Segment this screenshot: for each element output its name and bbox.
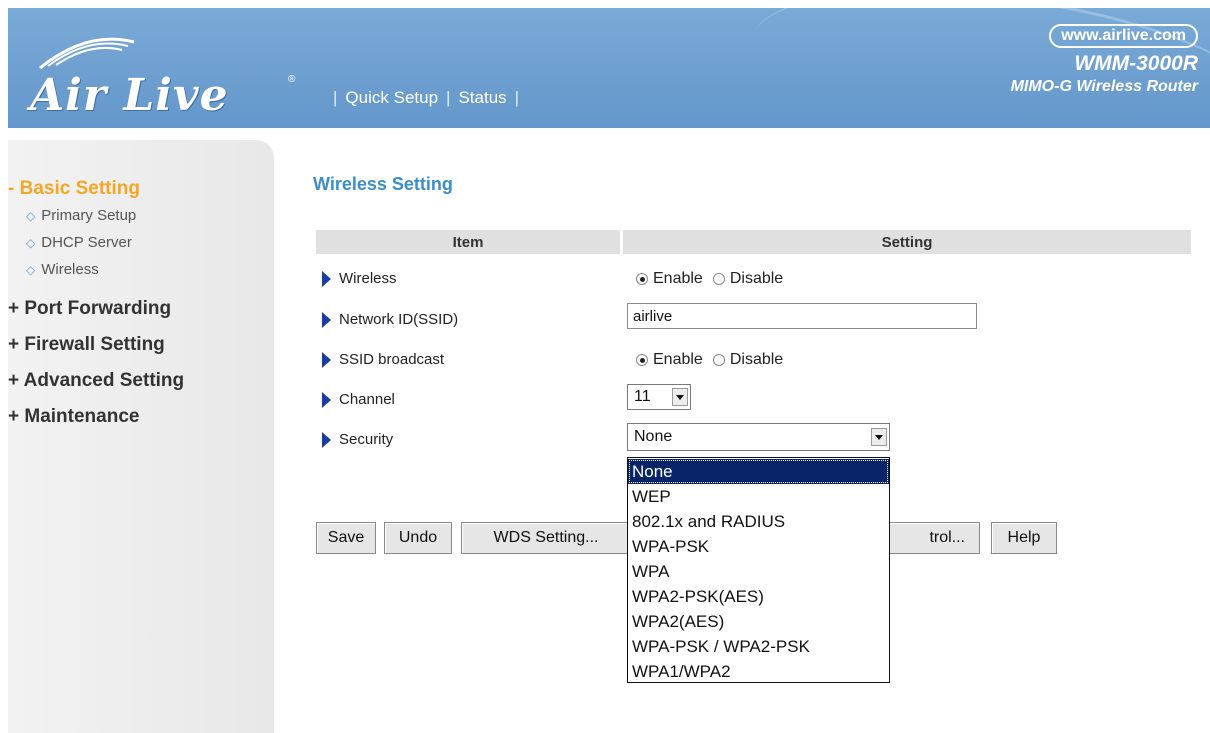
sidebar-item-label: Wireless (41, 261, 99, 278)
ssid-broadcast-radio-group: Enable Disable (636, 351, 783, 369)
logo-signal-icon (39, 37, 135, 70)
radio-label: Enable (653, 351, 703, 368)
wireless-enable-radio[interactable] (636, 273, 648, 285)
sidebar-basic-setting[interactable]: - Basic Setting (8, 178, 140, 200)
ssid-input[interactable] (627, 303, 977, 329)
triangle-bullet-icon (322, 311, 331, 328)
security-select[interactable]: None (627, 423, 890, 451)
airlive-logo: Air Live ® (30, 37, 295, 121)
security-dropdown-list: None WEP 802.1x and RADIUS WPA-PSK WPA W… (627, 457, 890, 683)
row-label-security: Security (322, 431, 393, 448)
sidebar: - Basic Setting ◇ Primary Setup ◇ DHCP Ser… (8, 140, 274, 733)
brand-url: www.airlive.com (1049, 24, 1198, 48)
row-label-ssid: Network ID(SSID) (322, 311, 458, 328)
brand-block: www.airlive.com WMM-3000R MIMO-G Wireles… (1011, 24, 1198, 96)
nav-quick-setup[interactable]: Quick Setup (345, 88, 438, 108)
row-label-ssid-broadcast: SSID broadcast (322, 351, 444, 368)
security-value: None (634, 428, 673, 445)
nav-status[interactable]: Status (458, 88, 506, 108)
page-title: Wireless Setting (313, 174, 453, 194)
nav-separator: | (333, 88, 338, 107)
sidebar-item-dhcp-server[interactable]: ◇ DHCP Server (26, 234, 132, 251)
column-header-setting: Setting (623, 230, 1191, 254)
save-button[interactable]: Save (316, 522, 376, 554)
undo-button[interactable]: Undo (384, 522, 452, 554)
column-header-item: Item (316, 230, 620, 254)
security-option-wpa-psk[interactable]: WPA-PSK (628, 534, 889, 559)
sidebar-maintenance[interactable]: + Maintenance (8, 406, 139, 428)
security-option-none[interactable]: None (628, 459, 889, 484)
security-option-8021x-radius[interactable]: 802.1x and RADIUS (628, 509, 889, 534)
ssid-broadcast-enable-radio[interactable] (636, 354, 648, 366)
security-option-wpa[interactable]: WPA (628, 559, 889, 584)
security-option-wpa-psk-wpa2-psk[interactable]: WPA-PSK / WPA2-PSK (628, 634, 889, 659)
sidebar-advanced-setting[interactable]: + Advanced Setting (8, 370, 184, 392)
help-button[interactable]: Help (991, 522, 1057, 554)
top-nav: | Quick Setup | Status | (333, 88, 519, 108)
triangle-bullet-icon (322, 351, 331, 368)
diamond-icon: ◇ (26, 209, 36, 223)
row-label-channel: Channel (322, 391, 395, 408)
sidebar-item-primary-setup[interactable]: ◇ Primary Setup (26, 207, 136, 224)
sidebar-firewall-setting[interactable]: + Firewall Setting (8, 334, 165, 356)
security-option-wpa1-wpa2[interactable]: WPA1/WPA2 (628, 659, 889, 684)
security-option-wep[interactable]: WEP (628, 484, 889, 509)
radio-label: Enable (653, 270, 703, 287)
ssid-broadcast-disable-radio[interactable] (712, 354, 725, 366)
sidebar-port-forwarding[interactable]: + Port Forwarding (8, 298, 171, 320)
radio-label: Disable (729, 351, 784, 368)
security-option-wpa2-psk-aes[interactable]: WPA2-PSK(AES) (628, 584, 889, 609)
radio-label: Disable (729, 270, 784, 287)
wireless-disable-radio[interactable] (712, 273, 725, 285)
channel-value: 11 (634, 388, 651, 405)
logo-registered-mark: ® (288, 74, 296, 85)
nav-separator: | (446, 88, 451, 107)
wds-setting-button[interactable]: WDS Setting... (461, 522, 631, 554)
triangle-bullet-icon (322, 431, 331, 448)
brand-description: MIMO-G Wireless Router (1010, 78, 1198, 95)
header-banner: Air Live ® | Quick Setup | Status | www.… (8, 8, 1210, 128)
wireless-radio-group: Enable Disable (636, 270, 783, 288)
logo-text: Air Live (30, 70, 229, 121)
nav-separator: | (514, 88, 520, 107)
chevron-down-icon[interactable] (672, 388, 688, 406)
row-label-wireless: Wireless (322, 270, 397, 287)
sidebar-item-label: Primary Setup (41, 207, 137, 224)
triangle-bullet-icon (322, 391, 331, 408)
diamond-icon: ◇ (26, 263, 36, 277)
brand-model: WMM-3000R (1074, 52, 1198, 75)
triangle-bullet-icon (322, 270, 331, 287)
sidebar-item-wireless[interactable]: ◇ Wireless (26, 261, 99, 278)
channel-select[interactable]: 11 (627, 384, 691, 410)
sidebar-item-label: DHCP Server (41, 234, 132, 251)
security-option-wpa2-aes[interactable]: WPA2(AES) (628, 609, 889, 634)
diamond-icon: ◇ (26, 236, 36, 250)
chevron-down-icon[interactable] (871, 428, 887, 446)
